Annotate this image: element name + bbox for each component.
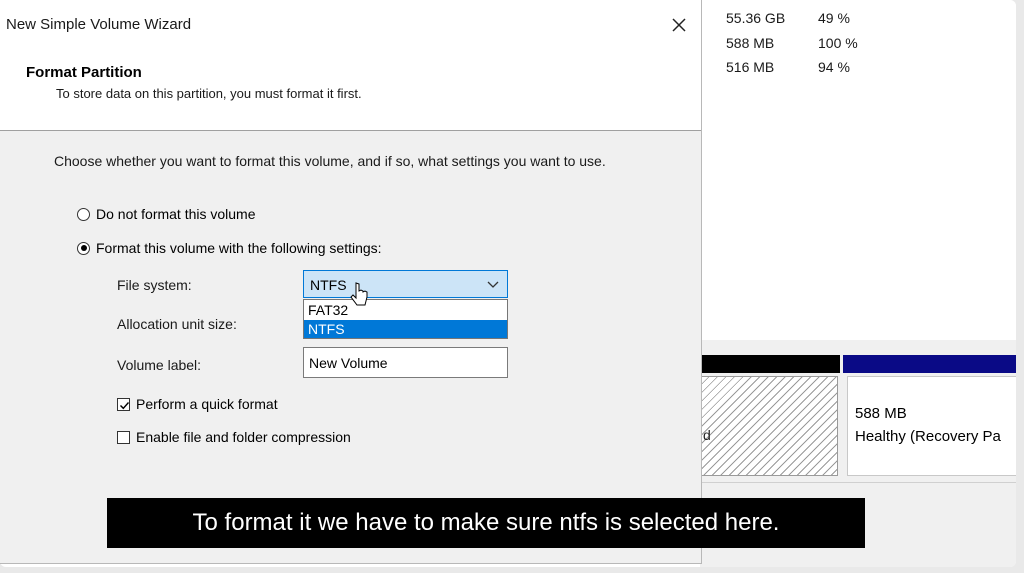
- close-icon: [672, 18, 686, 32]
- allocation-unit-size-label: Allocation unit size:: [117, 316, 237, 332]
- wizard-header: Format Partition To store data on this p…: [0, 48, 701, 131]
- primary-partition-bar: [843, 355, 1016, 373]
- unallocated-partition[interactable]: d: [700, 376, 838, 476]
- volume-capacity: 516 MB: [726, 59, 775, 75]
- partition-status: Healthy (Recovery Pa: [855, 428, 1001, 445]
- volume-capacity: 55.36 GB: [726, 10, 786, 26]
- file-system-options-list: FAT32 NTFS: [303, 299, 508, 339]
- checkbox-indicator[interactable]: [117, 397, 130, 411]
- title-bar: New Simple Volume Wizard: [0, 0, 701, 48]
- new-simple-volume-wizard: New Simple Volume Wizard Format Partitio…: [0, 0, 702, 564]
- checkbox-label: Enable file and folder compression: [136, 429, 351, 445]
- checkmark-icon: [120, 401, 130, 409]
- compression-checkbox[interactable]: Enable file and folder compression: [117, 429, 351, 445]
- file-system-option-ntfs[interactable]: NTFS: [304, 320, 507, 338]
- radio-indicator[interactable]: [77, 241, 90, 255]
- page-title: Format Partition: [26, 64, 142, 81]
- volume-capacity: 588 MB: [726, 35, 775, 51]
- file-system-option-fat32[interactable]: FAT32: [304, 301, 507, 319]
- mouse-pointer-icon: [350, 282, 368, 306]
- radio-indicator[interactable]: [77, 207, 90, 221]
- radio-format-volume[interactable]: Format this volume with the following se…: [77, 240, 382, 256]
- video-caption: To format it we have to make sure ntfs i…: [107, 498, 865, 548]
- divider: [700, 482, 1016, 483]
- instruction-text: Choose whether you want to format this v…: [54, 153, 606, 169]
- checkbox-indicator[interactable]: [117, 430, 130, 444]
- volume-free-percent: 100 %: [818, 35, 858, 51]
- window-title: New Simple Volume Wizard: [6, 16, 192, 33]
- close-button[interactable]: [662, 10, 696, 40]
- file-system-selected-value: NTFS: [310, 277, 347, 293]
- volume-label-input[interactable]: [303, 347, 508, 378]
- volume-free-percent: 49 %: [818, 10, 850, 26]
- unallocated-bar: [700, 355, 840, 373]
- file-system-label: File system:: [117, 277, 192, 293]
- volume-label-label: Volume label:: [117, 357, 202, 373]
- recovery-partition[interactable]: 588 MB Healthy (Recovery Pa: [847, 376, 1016, 476]
- radio-do-not-format[interactable]: Do not format this volume: [77, 206, 256, 222]
- partition-label-fragment: d: [703, 427, 711, 443]
- radio-label: Format this volume with the following se…: [96, 240, 382, 256]
- quick-format-checkbox[interactable]: Perform a quick format: [117, 396, 278, 412]
- volume-list: 55.36 GB 49 % 588 MB 100 % 516 MB 94 %: [700, 0, 1016, 341]
- chevron-down-icon: [487, 281, 499, 288]
- page-subtitle: To store data on this partition, you mus…: [56, 86, 362, 101]
- partition-size: 588 MB: [855, 405, 907, 422]
- file-system-dropdown[interactable]: NTFS: [303, 270, 508, 298]
- volume-free-percent: 94 %: [818, 59, 850, 75]
- checkbox-label: Perform a quick format: [136, 396, 278, 412]
- radio-label: Do not format this volume: [96, 206, 256, 222]
